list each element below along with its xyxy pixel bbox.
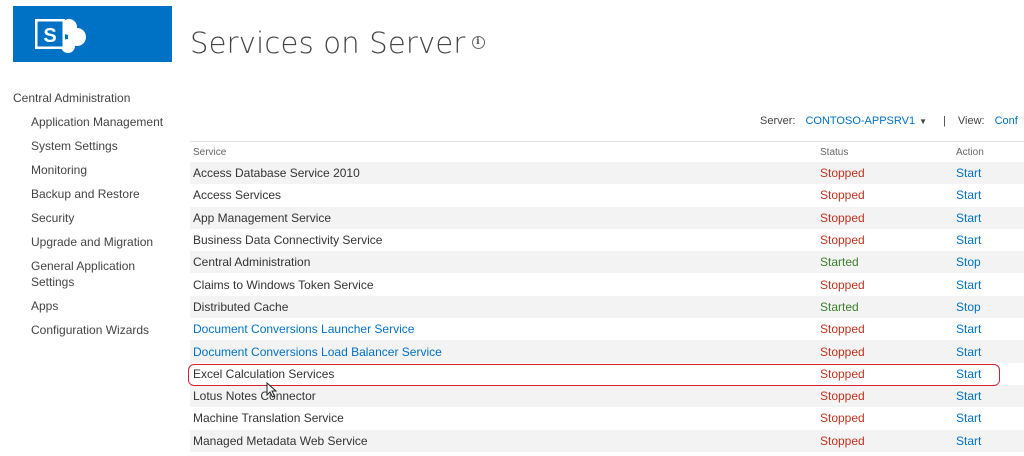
service-action-link[interactable]: Start: [956, 233, 1024, 247]
service-status: Stopped: [820, 277, 865, 292]
quick-launch-general-application-settings[interactable]: General Application Settings: [31, 258, 173, 290]
service-status: Stopped: [820, 188, 865, 203]
service-status: Stopped: [820, 389, 865, 404]
service-name: Distributed Cache: [193, 299, 289, 314]
service-action-link[interactable]: Start: [956, 211, 1024, 225]
service-name: App Management Service: [193, 210, 332, 225]
service-action-link[interactable]: Start: [956, 345, 1024, 359]
server-label: Server:: [760, 115, 796, 127]
service-name: Business Data Connectivity Service: [193, 233, 383, 248]
table-row: Lotus Notes Connector Stopped Start: [190, 384, 1024, 408]
table-row: App Management Service Stopped Start: [190, 206, 1024, 229]
service-status: Stopped: [820, 366, 865, 381]
server-selector[interactable]: CONTOSO-APPSRV1: [805, 115, 915, 127]
service-action-link[interactable]: Start: [956, 278, 1024, 292]
header-status[interactable]: Status: [820, 147, 956, 158]
service-name: Access Services: [193, 188, 282, 203]
service-name: Access Database Service 2010: [193, 166, 360, 181]
service-action-link[interactable]: Start: [956, 389, 1024, 403]
service-status: Stopped: [820, 233, 865, 248]
table-row: Central Administration Started Stop: [190, 251, 1024, 274]
table-row: Access Database Service 2010 Stopped Start: [190, 162, 1024, 185]
service-name[interactable]: Document Conversions Launcher Service: [190, 322, 820, 336]
table-body: Access Database Service 2010 Stopped Start…: [190, 162, 1024, 452]
quick-launch-security[interactable]: Security: [31, 210, 173, 226]
quick-launch-backup-and-restore[interactable]: Backup and Restore: [31, 186, 173, 202]
table-row: Machine Translation Service Stopped Start: [190, 407, 1024, 429]
quick-launch-central-administration[interactable]: Central Administration: [13, 91, 173, 105]
info-icon[interactable]: i: [471, 35, 485, 49]
service-action-link[interactable]: Start: [956, 166, 1024, 180]
svg-text:S: S: [43, 25, 56, 47]
table-row: Document Conversions Load Balancer Servi…: [190, 340, 1024, 363]
page-title-text: Services on Server: [190, 26, 466, 60]
service-name[interactable]: Document Conversions Load Balancer Servi…: [190, 345, 820, 359]
service-action-link[interactable]: Start: [956, 434, 1024, 448]
service-status: Started: [820, 255, 859, 270]
sharepoint-logo[interactable]: S: [13, 6, 172, 62]
mouse-pointer-icon: [266, 382, 278, 398]
service-name: Central Administration: [193, 255, 311, 270]
service-status: Started: [820, 299, 859, 314]
table-header: Service Status Action: [190, 141, 1024, 162]
table-row: Claims to Windows Token Service Stopped St…: [190, 273, 1024, 295]
service-name: Claims to Windows Token Service: [193, 277, 374, 292]
service-status: Stopped: [820, 210, 865, 225]
quick-launch-upgrade-and-migration[interactable]: Upgrade and Migration: [31, 234, 173, 250]
service-name: Excel Calculation Services: [193, 366, 335, 381]
service-action-link[interactable]: Start: [956, 188, 1024, 202]
service-name: Machine Translation Service: [193, 411, 344, 426]
service-status: Stopped: [820, 344, 865, 359]
toolbar-separator: |: [943, 115, 946, 127]
quick-launch-system-settings[interactable]: System Settings: [31, 138, 173, 154]
view-selector[interactable]: Conf: [995, 115, 1018, 127]
chevron-down-icon[interactable]: ▼: [919, 117, 927, 126]
header-action: Action: [956, 146, 984, 158]
service-action-link[interactable]: Stop: [956, 255, 1024, 269]
quick-launch-apps[interactable]: Apps: [31, 298, 173, 314]
table-row: Excel Calculation Services Stopped Start: [190, 363, 1024, 385]
service-status: Stopped: [820, 411, 865, 426]
view-label: View:: [957, 115, 985, 127]
page-title: Services on Server i: [190, 26, 485, 60]
quick-launch-configuration-wizards[interactable]: Configuration Wizards: [31, 322, 173, 338]
server-view-toolbar: Server: CONTOSO-APPSRV1 ▼ | View: Conf: [760, 115, 1018, 127]
service-action-link[interactable]: Stop: [956, 300, 1024, 314]
quick-launch-monitoring[interactable]: Monitoring: [31, 162, 173, 178]
service-name: Lotus Notes Connector: [193, 389, 316, 404]
service-status: Stopped: [820, 433, 865, 448]
table-row: Document Conversions Launcher Service Sto…: [190, 318, 1024, 340]
table-row: Managed Metadata Web Service Stopped Start: [190, 429, 1024, 452]
table-row: Business Data Connectivity Service Stoppe…: [190, 229, 1024, 251]
quick-launch-application-management[interactable]: Application Management: [31, 114, 173, 130]
service-action-link[interactable]: Start: [956, 322, 1024, 336]
table-row: Distributed Cache Started Stop: [190, 295, 1024, 319]
service-action-link[interactable]: Start: [956, 367, 1024, 381]
service-status: Stopped: [820, 322, 865, 337]
service-status: Stopped: [820, 166, 865, 181]
header-service[interactable]: Service: [190, 147, 820, 158]
sharepoint-logo-icon: S: [35, 19, 86, 53]
services-table: Service Status Action Access Database Se…: [190, 141, 1024, 452]
table-row: Access Services Stopped Start: [190, 184, 1024, 206]
quick-launch-nav: Central Administration Application Manag…: [13, 91, 173, 346]
service-action-link[interactable]: Start: [956, 411, 1024, 425]
service-name: Managed Metadata Web Service: [193, 433, 368, 448]
